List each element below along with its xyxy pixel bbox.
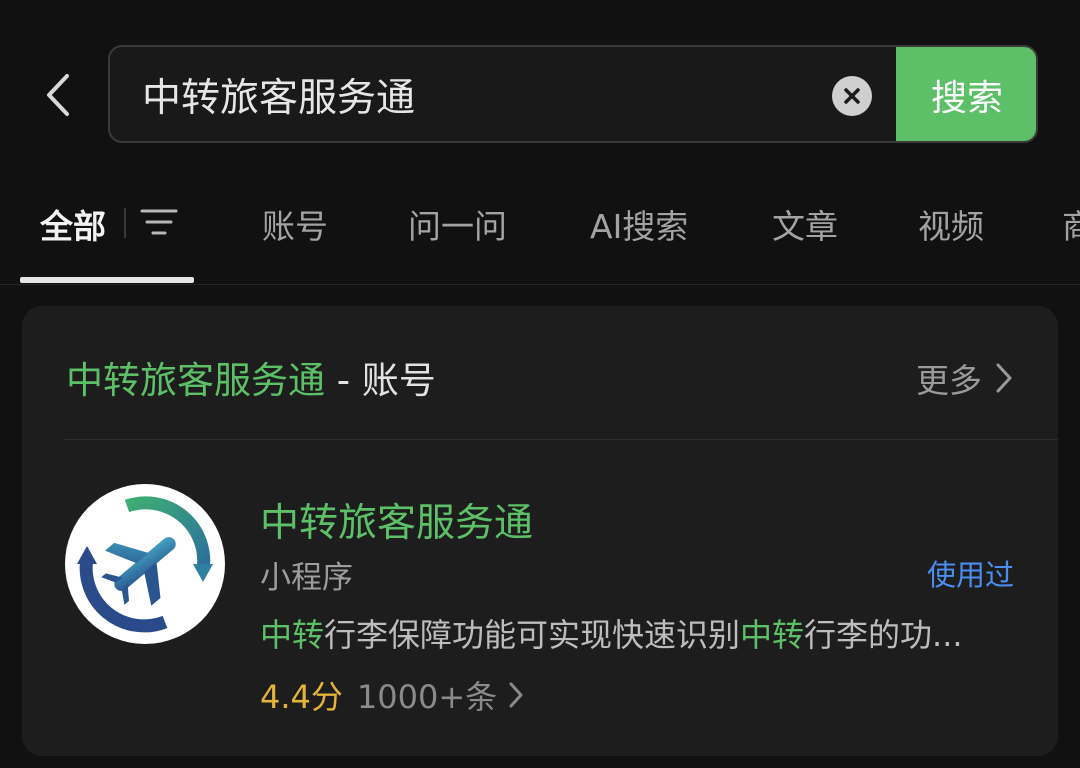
desc-text: 行李的功...	[804, 616, 963, 654]
desc-keyword: 中转	[740, 616, 805, 654]
desc-text: 行李保障功能可实现快速识别	[324, 616, 741, 654]
app-logo	[65, 484, 225, 644]
filter-tabs: 全部 账号 问一问 AI搜索 文章 视频 商	[0, 180, 1080, 285]
search-input[interactable]	[142, 47, 802, 141]
account-results-card: 中转旅客服务通 - 账号 更多 中转旅客服务通 小程序 使用过 中转行李保障功能…	[22, 306, 1058, 756]
rating-score: 4.4分	[260, 678, 343, 716]
chevron-left-icon	[47, 74, 69, 116]
chevron-right-icon	[996, 363, 1012, 393]
card-title-suffix: - 账号	[325, 359, 436, 402]
search-button[interactable]: 搜索	[896, 47, 1036, 141]
tab-all[interactable]: 全部	[40, 200, 106, 248]
app-type-label: 小程序	[260, 560, 353, 596]
search-results-page: 搜索 全部 账号 问一问 AI搜索 文章 视频 商 中转旅客服务通 - 账号 更…	[0, 0, 1080, 768]
rating-row[interactable]: 4.4分 1000+条	[260, 672, 525, 718]
tab-ask[interactable]: 问一问	[408, 200, 507, 248]
tab-videos[interactable]: 视频	[918, 200, 984, 248]
more-label: 更多	[916, 361, 982, 400]
clear-button[interactable]	[832, 76, 872, 116]
tab-divider	[124, 208, 126, 238]
used-badge: 使用过	[926, 558, 1014, 592]
card-title-keyword: 中转旅客服务通	[66, 359, 325, 402]
app-name: 中转旅客服务通	[260, 501, 534, 546]
more-button[interactable]: 更多	[916, 354, 1014, 402]
mini-program-result[interactable]: 中转旅客服务通 小程序 使用过 中转行李保障功能可实现快速识别中转行李的功...…	[22, 440, 1058, 756]
tab-accounts[interactable]: 账号	[262, 200, 328, 248]
card-title: 中转旅客服务通 - 账号	[66, 350, 436, 404]
filter-icon[interactable]	[138, 202, 180, 242]
search-box: 搜索	[108, 45, 1038, 143]
tab-shop[interactable]: 商	[1062, 200, 1080, 248]
airplane-logo-icon	[77, 496, 213, 633]
chevron-right-icon	[509, 682, 523, 708]
tab-ai-search[interactable]: AI搜索	[590, 200, 688, 248]
back-button[interactable]	[28, 60, 88, 130]
app-description: 中转行李保障功能可实现快速识别中转行李的功...	[260, 610, 1020, 656]
review-count: 1000+条	[356, 678, 498, 716]
clear-icon	[844, 88, 860, 104]
desc-keyword: 中转	[260, 616, 325, 654]
tab-articles[interactable]: 文章	[772, 200, 838, 248]
active-tab-indicator	[20, 277, 194, 283]
